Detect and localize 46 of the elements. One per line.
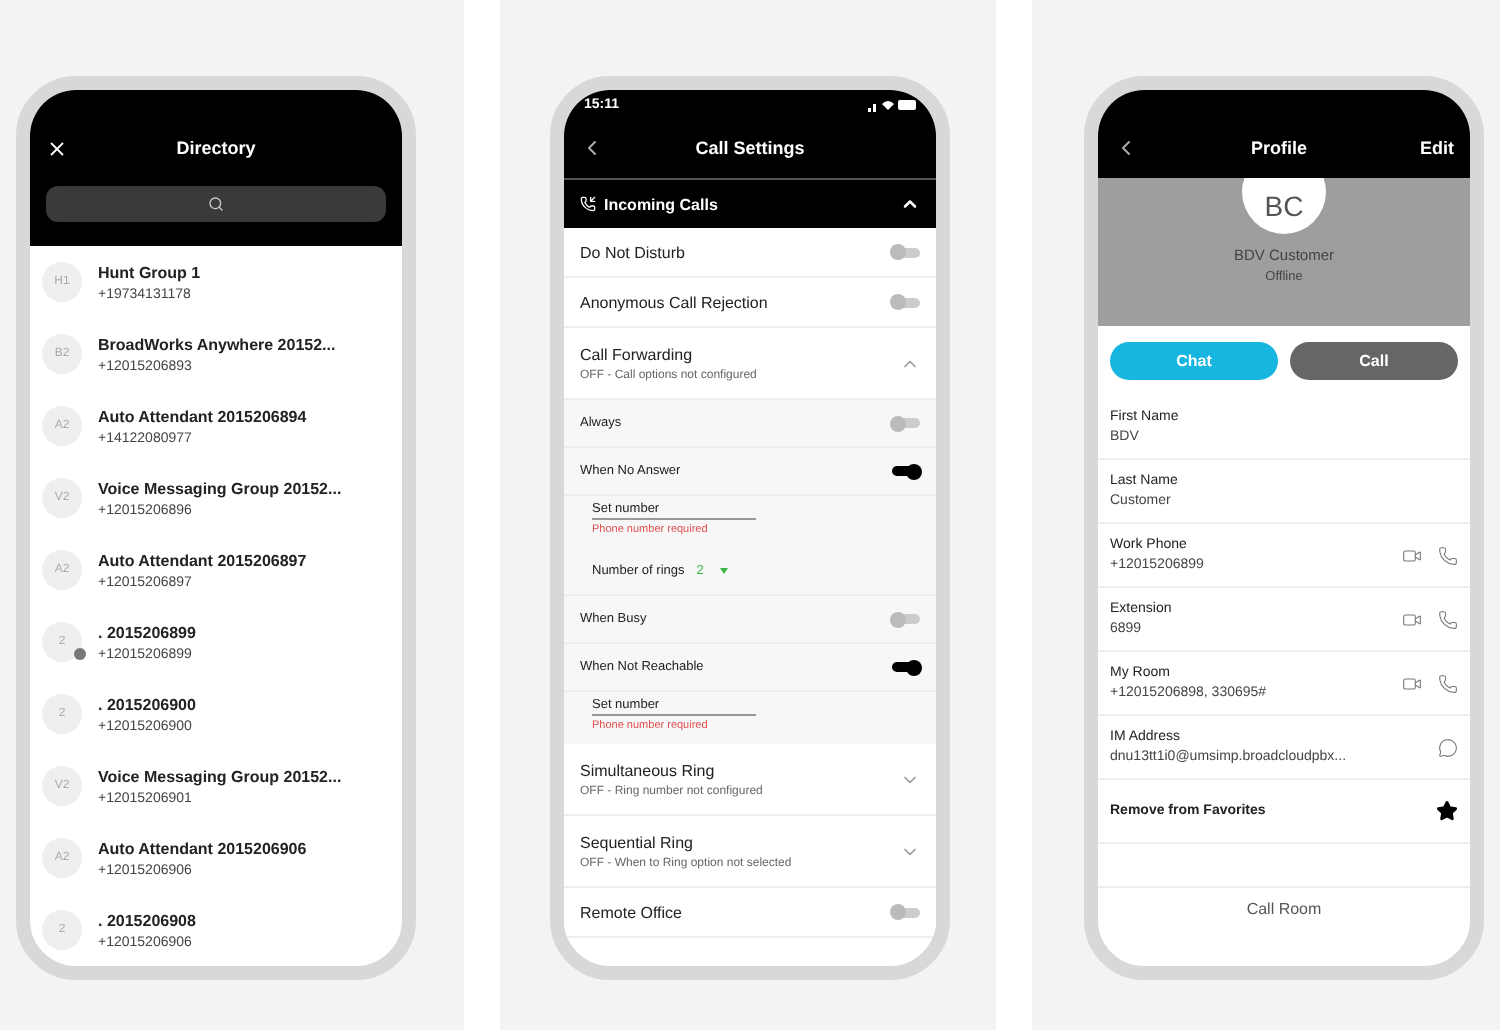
chevron-up-icon[interactable] [900,194,920,214]
incoming-call-icon [580,196,596,212]
screen-title: Call Settings [695,138,805,158]
search-field[interactable] [46,186,386,222]
toggle-switch[interactable] [892,907,920,917]
contact-name[interactable]: Voice Messaging Group 20152... [98,479,342,497]
setting-label: Sequential Ring [580,833,695,851]
setting-label: Call Forwarding [580,345,695,363]
search-icon [208,196,224,212]
setting-label: Do Not Disturb [580,243,685,261]
phone-icon[interactable] [1438,673,1458,693]
setting-label: Anonymous Call Rejection [580,293,768,311]
contact-name[interactable]: BroadWorks Anywhere 20152... [98,335,336,353]
section-label: Incoming Calls [580,195,718,213]
contact-name[interactable]: Auto Attendant 2015206897 [98,551,307,569]
status-icons-drawing [868,97,916,111]
toggle-switch[interactable] [892,247,920,257]
toggle-switch[interactable] [892,662,920,672]
screen-title: Directory [176,138,256,158]
contact-name[interactable]: . 2015206900 [98,695,196,713]
contact-name[interactable]: . 2015206908 [98,911,196,929]
video-camera-icon[interactable] [1402,609,1422,629]
toggle-switch[interactable] [892,466,920,476]
chat-bubble-icon[interactable] [1438,737,1458,757]
setting-label: Remote Office [580,903,682,921]
toggle-switch[interactable] [892,418,920,428]
contact-name[interactable]: . 2015206899 [98,623,196,641]
setting-label: Simultaneous Ring [580,761,717,779]
contact-name[interactable]: Voice Messaging Group 20152... [98,767,342,785]
call-room-button[interactable]: Call Room [1246,900,1322,966]
video-camera-icon[interactable] [1402,545,1422,565]
section-header[interactable]: Incoming Calls [564,178,936,228]
video-camera-icon[interactable] [1402,673,1422,693]
toggle-switch[interactable] [892,614,920,624]
profile-avatar: BC [1242,178,1326,234]
edit-button[interactable]: Edit [1419,138,1454,158]
call-button[interactable]: Call [1290,342,1458,380]
contact-name[interactable]: Hunt Group 1 [98,263,201,281]
star-icon[interactable] [1436,800,1458,822]
contact-name[interactable]: Auto Attendant 2015206894 [98,407,307,425]
close-icon[interactable] [46,137,68,159]
screen-title: Profile [1250,138,1307,158]
contact-name[interactable]: Auto Attendant 2015206906 [98,839,307,857]
phone-icon[interactable] [1438,609,1458,629]
phone-icon[interactable] [1438,545,1458,565]
toggle-switch[interactable] [892,297,920,307]
